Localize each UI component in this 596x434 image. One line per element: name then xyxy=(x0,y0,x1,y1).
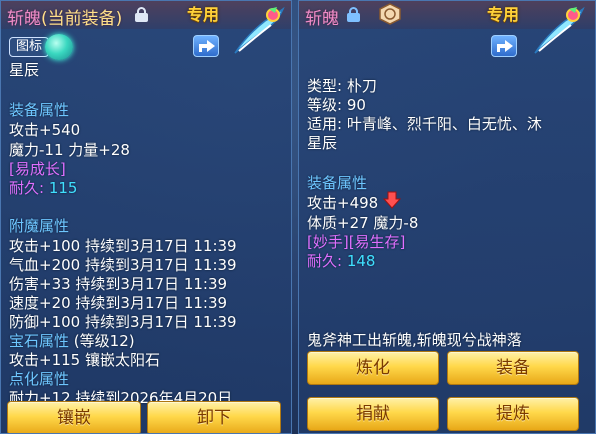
donate-button[interactable]: 捐献 xyxy=(307,397,439,431)
durability-label: 耐久: xyxy=(9,179,45,197)
inlay-button[interactable]: 镶嵌 xyxy=(7,401,141,433)
compare-item-panel: 斩魄 专用 类型: 朴刀 等级: 90 适用: 叶青峰、烈千阳、白无忧、沐 星辰… xyxy=(298,0,596,434)
weapon-icon xyxy=(234,6,285,54)
enchant-line: 防御+100 持续到3月17日 11:39 xyxy=(9,313,237,331)
unequip-button[interactable]: 卸下 xyxy=(147,401,281,433)
durability: 耐久: 148 xyxy=(307,250,375,271)
gem-level: (等级12) xyxy=(73,332,135,350)
exclusive-label: 专用 xyxy=(487,5,520,24)
enchant-section-title: 附魔属性 xyxy=(9,217,70,235)
apply-line: 星辰 xyxy=(307,134,338,152)
durability-value: 115 xyxy=(48,179,78,197)
flavor-text: 鬼斧神工出斩魄,斩魄现兮战神落 xyxy=(307,331,522,349)
gem-section: 宝石属性 (等级12) xyxy=(9,330,135,351)
item-name: 斩魄 xyxy=(305,9,339,29)
item-name: 斩魄(当前装备) xyxy=(7,4,122,29)
smelt-button[interactable]: 炼化 xyxy=(307,351,439,385)
durability: 耐久: 115 xyxy=(9,177,77,198)
lock-icon[interactable] xyxy=(135,7,148,22)
enchant-line: 攻击+100 持续到3月17日 11:39 xyxy=(9,237,237,255)
attr-line: 体质+27 魔力-8 xyxy=(307,214,419,232)
attr-section-title: 装备属性 xyxy=(9,101,70,119)
apply-line-tail: 星辰 xyxy=(9,61,40,79)
trait-tags: [妙手][易生存] xyxy=(307,233,406,251)
item-name-text: 斩魄 xyxy=(7,9,41,29)
gem-line: 攻击+115 镶嵌太阳石 xyxy=(9,351,160,369)
gem-section-title: 宝石属性 xyxy=(9,332,70,350)
orb-icon xyxy=(45,34,73,60)
enchant-line: 速度+20 持续到3月17日 11:39 xyxy=(9,294,228,312)
share-icon[interactable] xyxy=(491,35,517,57)
lock-icon[interactable] xyxy=(347,7,360,22)
enchant-line: 伤害+33 持续到3月17日 11:39 xyxy=(9,275,228,293)
arrow-down-icon xyxy=(383,191,401,209)
icon-tag-button[interactable]: 图标 xyxy=(9,37,49,57)
attr-section-title: 装备属性 xyxy=(307,174,368,192)
badge-icon xyxy=(379,3,401,25)
extract-button[interactable]: 提炼 xyxy=(447,397,579,431)
attr-line: 攻击+498 xyxy=(307,194,379,212)
grow-tag: [易成长] xyxy=(9,160,66,178)
enchant-line: 气血+200 持续到3月17日 11:39 xyxy=(9,256,237,274)
share-icon[interactable] xyxy=(193,35,219,57)
durability-value: 148 xyxy=(346,252,376,270)
apply-line: 适用: 叶青峰、烈千阳、白无忧、沐 xyxy=(307,115,542,133)
equip-button[interactable]: 装备 xyxy=(447,351,579,385)
weapon-icon xyxy=(534,6,585,54)
attr-line: 魔力-11 力量+28 xyxy=(9,141,130,159)
refine-section-title: 点化属性 xyxy=(9,370,70,388)
type-line: 类型: 朴刀 xyxy=(307,77,377,95)
durability-label: 耐久: xyxy=(307,252,343,270)
equipped-suffix: (当前装备) xyxy=(41,9,123,29)
level-line: 等级: 90 xyxy=(307,96,366,114)
equipped-item-panel: 斩魄(当前装备) 专用 图标 星辰 装备属性 攻击+540 魔力-11 力量+2… xyxy=(0,0,292,434)
exclusive-label: 专用 xyxy=(187,5,220,24)
attr-line: 攻击+540 xyxy=(9,121,81,139)
